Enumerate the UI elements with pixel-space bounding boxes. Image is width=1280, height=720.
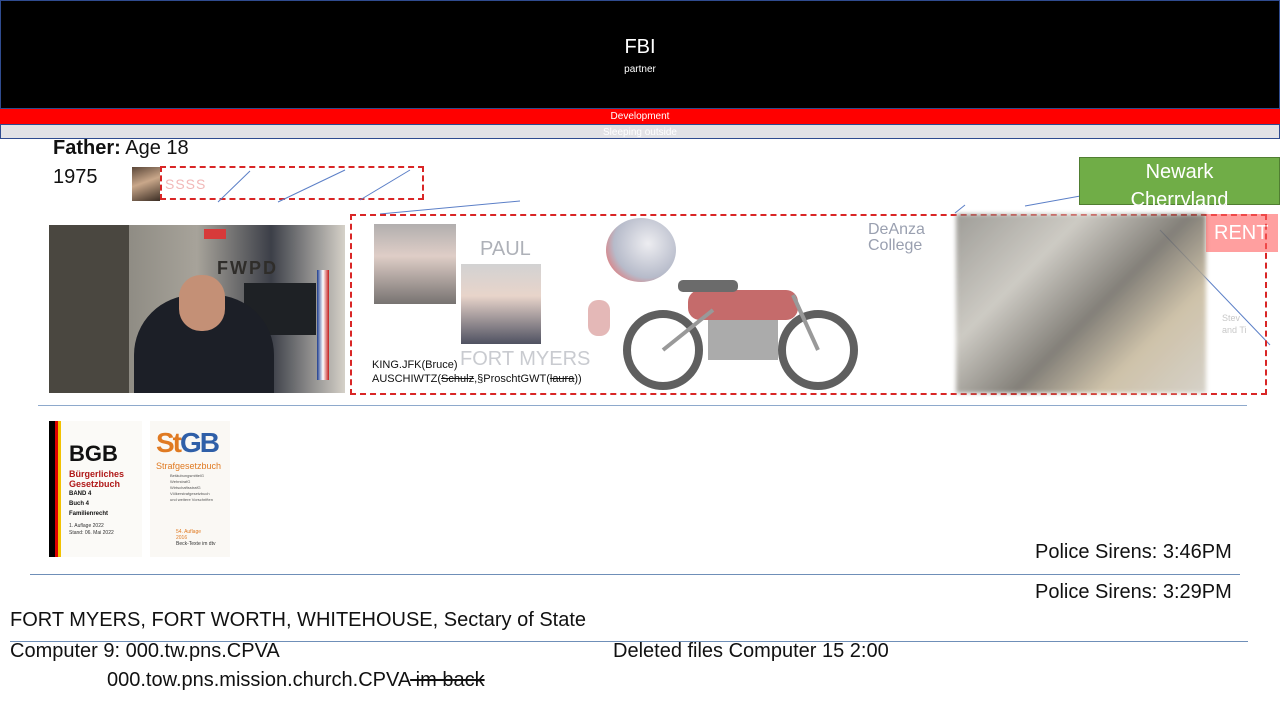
computer-9-line: Computer 9: 000.tw.pns.CPVA (10, 640, 280, 662)
police-officer-photo[interactable]: FWPD (49, 225, 345, 393)
guitar-image (588, 300, 610, 336)
deanza-line: DeAnza (868, 221, 925, 238)
stgb-name: Strafgesetzbuch (156, 461, 222, 471)
steve-line-2: and Ti (1222, 325, 1247, 335)
bgb-subtitle-2: Gesetzbuch (69, 479, 121, 489)
exit-sign (204, 229, 226, 239)
ausch-strike-2: laura (549, 373, 575, 385)
stgb-sub-5: und weitere Vorschriften (170, 497, 213, 502)
ausch-prefix: AUSCHIWTZ( (372, 373, 442, 385)
bgb-subtitle-1: Bürgerliches (69, 469, 125, 479)
tow-line: 000.tow.pns.mission.church.CPVA im back (107, 669, 485, 692)
connector-line (217, 170, 251, 203)
bgb-date: Stand: 06. Mai 2022 (69, 530, 114, 536)
auschwitz-line: AUSCHIWTZ(Schulz,§ProschtGWT(laura)) (372, 372, 582, 386)
stgb-subtitle-block: BetäubungsmittelG WehrstrafG Wirtschafts… (170, 473, 213, 503)
stgb-ed-3: Beck-Texte im dtv (176, 541, 216, 547)
deanza-college-logo: DeAnza College (868, 222, 925, 254)
portrait-photo-left (374, 224, 456, 304)
bgb-title: BGB (69, 441, 118, 466)
paul-portrait-photo (461, 264, 541, 344)
tow-strike: im back (410, 669, 485, 691)
bgb-edition: 1. Auflage 2022 (69, 523, 104, 529)
king-line: KING.JFK(Bruce) (372, 359, 458, 371)
ausch-suffix: )) (574, 373, 582, 385)
tow-main: 000.tow.pns.mission.church.CPVA (107, 669, 411, 691)
door-shape (49, 225, 129, 393)
stgb-edition-block: 54. Auflage 2016 Beck-Texte im dtv (176, 529, 215, 547)
connector-line (359, 169, 411, 201)
steve-caption: Stev and Ti (1222, 312, 1247, 336)
bgb-book-cover[interactable]: BGB Bürgerliches Gesetzbuch BAND 4 Buch … (49, 421, 142, 557)
connector-line (277, 169, 346, 203)
paul-label: PAUL (480, 238, 531, 260)
steve-line: Stev (1222, 313, 1241, 323)
newark-cherryland-box[interactable]: Newark Cherryland (1079, 157, 1280, 211)
deleted-files-line: Deleted files Computer 15 2:00 (613, 640, 889, 662)
bgb-edition-block: 1. Auflage 2022 Stand: 06. Mai 2022 (69, 523, 114, 537)
stgb-logo-a: St (156, 427, 182, 458)
bgb-band: BAND 4 (69, 491, 92, 497)
cherryland-label: Cherryland (1130, 189, 1229, 211)
stgb-logo: StGB (156, 427, 220, 459)
divider-rule (38, 405, 1247, 406)
connector-line (379, 200, 521, 215)
college-line: College (868, 237, 923, 254)
flag-shape (317, 270, 329, 380)
officer-head (179, 275, 225, 331)
locations-line: FORT MYERS, FORT WORTH, WHITEHOUSE, Sect… (10, 609, 587, 631)
stgb-book-cover[interactable]: StGB Strafgesetzbuch BetäubungsmittelG W… (150, 421, 230, 557)
stgb-logo-b: GB (180, 427, 220, 458)
connector-line (954, 204, 966, 214)
rent-badge: RENT (1206, 214, 1278, 252)
fwpd-sign: FWPD (217, 258, 278, 278)
motorcycle-image (623, 280, 858, 390)
king-auschwitz-note: KING.JFK(Bruce) AUSCHIWTZ(Schulz,§Prosch… (372, 358, 582, 386)
ausch-middle: ,§ProschtGWT( (474, 373, 550, 385)
bgb-family: Familienrecht (69, 511, 109, 517)
ausch-strike-1: Schulz (441, 373, 475, 385)
police-sirens-1: Police Sirens: 3:46PM (1035, 541, 1232, 563)
bgb-buch: Buch 4 (69, 501, 90, 507)
divider-rule (30, 574, 1240, 575)
police-sirens-2: Police Sirens: 3:29PM (1035, 581, 1232, 603)
newark-label: Newark (1145, 161, 1214, 183)
blurred-worker-photo (956, 214, 1206, 393)
bgb-subtitle: Bürgerliches Gesetzbuch BAND 4 Buch 4 Fa… (69, 469, 124, 519)
